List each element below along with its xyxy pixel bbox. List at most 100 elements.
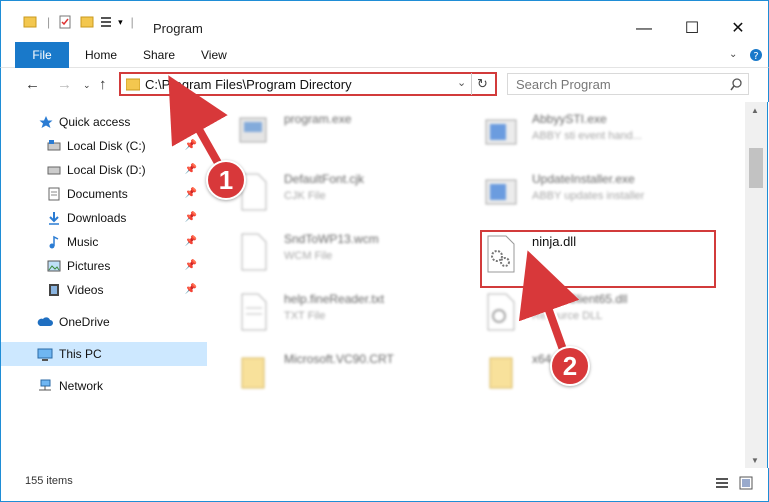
sidebar-item-label: Music [67,235,99,249]
scroll-down-icon[interactable]: ▼ [751,456,759,465]
separator: | [47,15,51,29]
search-placeholder: Search Program [516,77,611,92]
scroll-up-icon[interactable]: ▲ [751,106,759,115]
vertical-scrollbar[interactable]: ▲ ▼ [745,102,768,468]
file-item[interactable]: program.exe [220,106,460,162]
refresh-icon[interactable]: ↻ [477,76,488,92]
tab-view[interactable]: View [201,42,227,68]
file-item[interactable]: SndToWP13.wcm WCM File [220,226,460,282]
file-name: Microsoft.VC90.CRT [284,352,394,366]
pin-icon[interactable]: 📌 [185,284,197,295]
music-note-icon [49,235,59,249]
pin-icon[interactable]: 📌 [185,212,197,223]
sidebar-item-label: Downloads [67,211,127,225]
sidebar-item-network[interactable]: Network [1,374,207,398]
sidebar-item-label: Local Disk (C:) [67,139,146,153]
star-icon [39,116,53,128]
ribbon-tabs: File Home Share View ⌄ ? [0,42,769,68]
file-item[interactable]: DefaultFont.cjk CJK File [220,166,460,222]
back-arrow-icon[interactable]: ← [25,76,40,93]
file-item[interactable]: AbbyySTI.exe ABBY sti event hand... [468,106,708,162]
sidebar-item-local-disk-d[interactable]: Local Disk (D:) 📌 [1,158,207,182]
large-icons-view-icon[interactable] [739,476,753,490]
help-icon[interactable]: ? [749,42,763,68]
tab-file[interactable]: File [15,42,69,68]
sidebar-item-label: Videos [67,283,104,297]
address-bar[interactable]: C:\Program Files\Program Directory ⌄ ↻ [119,72,497,96]
search-icon[interactable] [730,78,743,91]
maximize-button[interactable]: ☐ [669,15,715,43]
step-badge-2: 2 [550,346,590,386]
scrollbar-thumb[interactable] [749,148,763,188]
dll-gear-icon [487,293,515,331]
file-name: SndToWP13.wcm [284,232,379,246]
ribbon-expand-icon[interactable]: ⌄ [729,42,737,68]
folder-icon [241,357,265,389]
sidebar-item-onedrive[interactable]: OneDrive [1,310,207,334]
sidebar-item-local-disk-c[interactable]: Local Disk (C:) 📌 [1,134,207,158]
tab-share[interactable]: Share [143,42,175,68]
sidebar-item-music[interactable]: Music 📌 [1,230,207,254]
sidebar-item-videos[interactable]: Videos 📌 [1,278,207,302]
file-name: help.fineReader.txt [284,292,385,306]
film-icon [49,284,59,296]
text-file-icon [241,293,267,331]
document-icon [241,233,267,271]
drive-icon [47,140,61,151]
search-input[interactable]: Search Program [507,73,749,95]
file-item[interactable]: help.fineReader.txt TXT File [220,286,460,342]
pin-icon[interactable]: 📌 [185,260,197,271]
title-bar: | ▾ | Program — ☐ ✕ [0,0,769,42]
pin-icon[interactable]: 📌 [185,188,197,199]
file-type: ABBY updates installer [532,190,645,202]
file-item[interactable]: CreateClient65.dll Resource DLL [468,286,708,342]
file-type: WCM File [284,250,333,262]
application-icon [485,179,517,205]
file-item[interactable]: Microsoft.VC90.CRT [220,346,460,402]
navigation-pane: Quick access Local Disk (C:) 📌 Local Dis… [0,102,208,468]
customize-icon[interactable] [100,15,116,29]
pictures-icon [47,260,61,272]
dropdown-icon[interactable]: ▾ [118,17,123,28]
highlight-box-ninja-dll [480,230,716,288]
svg-text:?: ? [753,51,758,62]
step-badge-1: 1 [206,160,246,200]
folder-icon [126,78,140,91]
sidebar-item-this-pc[interactable]: This PC [1,342,207,366]
computer-icon [37,348,53,361]
drive-icon [47,166,61,175]
minimize-button[interactable]: — [621,15,667,43]
folder-icon[interactable] [23,15,37,29]
file-type: TXT File [284,310,326,322]
folder-icon [489,357,513,389]
window-title: Program [153,21,203,36]
properties-icon[interactable] [58,15,72,29]
file-name: program.exe [284,112,352,126]
file-item[interactable]: UpdateInstaller.exe ABBY updates install… [468,166,708,222]
sidebar-item-quick-access[interactable]: Quick access [1,110,207,134]
close-button[interactable]: ✕ [715,15,761,43]
separator [471,73,472,95]
pin-icon[interactable]: 📌 [185,236,197,247]
new-folder-icon[interactable] [80,15,94,29]
up-arrow-icon[interactable]: ↑ [99,76,107,93]
chevron-down-icon[interactable]: ⌄ [457,76,466,89]
file-list: program.exe DefaultFont.cjk CJK File Snd… [208,102,745,468]
file-name: x64 [532,352,552,366]
pin-icon[interactable]: 📌 [185,164,197,175]
tab-home[interactable]: Home [85,42,117,68]
pin-icon[interactable]: 📌 [185,140,197,151]
forward-arrow-icon[interactable]: → [57,76,72,93]
download-arrow-icon [49,212,59,225]
program-exe-icon [239,117,267,143]
separator: | [130,15,134,29]
navigation-bar: ← → ⌄ ↑ C:\Program Files\Program Directo… [0,68,769,102]
details-view-icon[interactable] [715,476,729,490]
sidebar-item-documents[interactable]: Documents 📌 [1,182,207,206]
sidebar-item-pictures[interactable]: Pictures 📌 [1,254,207,278]
sidebar-item-downloads[interactable]: Downloads 📌 [1,206,207,230]
file-name: DefaultFont.cjk [284,172,365,186]
recent-locations-icon[interactable]: ⌄ [83,80,91,91]
sidebar-item-label: This PC [59,347,102,361]
item-count: 155 items [25,475,73,487]
